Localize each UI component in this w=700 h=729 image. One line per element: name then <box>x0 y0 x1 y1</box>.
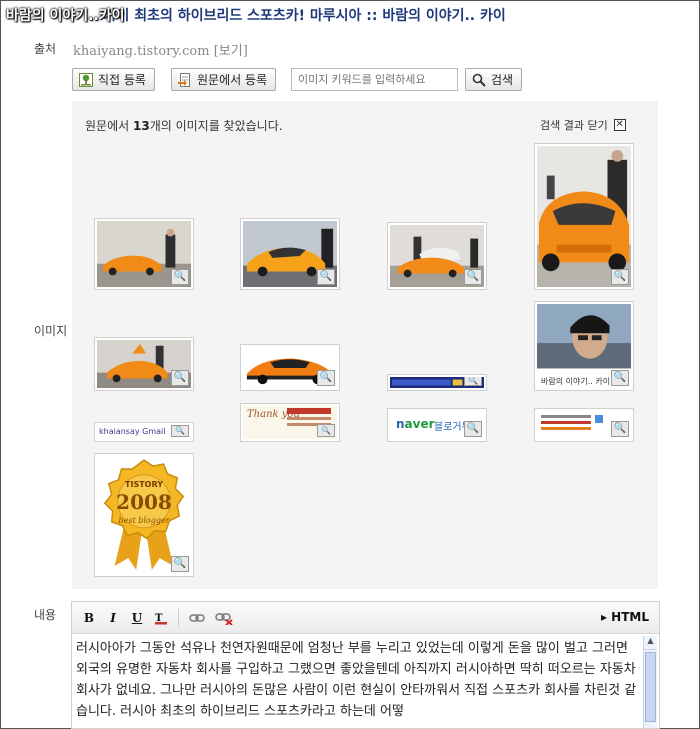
image-thumbnail[interactable]: Thank you 🔍 <box>240 403 340 442</box>
zoom-icon[interactable]: 🔍 <box>317 370 335 386</box>
zoom-icon[interactable]: 🔍 <box>464 377 482 386</box>
unlink-icon[interactable] <box>215 611 233 625</box>
register-from-original-label: 원문에서 등록 <box>197 73 268 87</box>
tistory-year: 2008 <box>116 490 172 514</box>
blog-name-overlay: 바람의 이야기..카이 <box>6 8 125 24</box>
image-thumbnail[interactable]: khaiansay Gmail 🔍 <box>94 422 194 442</box>
source-label: 출처 <box>34 42 57 56</box>
source-url: khaiyang.tistory.com <box>73 44 210 59</box>
image-thumbnail[interactable]: naver 블로거뉴 🔍 <box>387 408 487 442</box>
image-thumbnail[interactable]: 🔍 <box>94 218 194 290</box>
zoom-icon[interactable]: 🔍 <box>317 269 335 285</box>
tistory-label: TISTORY <box>125 480 163 489</box>
zoom-icon[interactable]: 🔍 <box>171 370 189 386</box>
italic-button[interactable]: I <box>106 611 120 625</box>
image-keyword-input[interactable] <box>291 68 458 91</box>
image-thumbnail[interactable]: 🔍 <box>240 344 340 391</box>
search-button[interactable]: 검색 <box>465 68 523 91</box>
image-thumbnail[interactable]: 🔍 <box>240 218 340 290</box>
zoom-icon[interactable]: 🔍 <box>171 425 189 437</box>
zoom-icon[interactable]: 🔍 <box>464 421 482 437</box>
underline-button[interactable]: U <box>130 611 144 625</box>
scrollbar-thumb[interactable] <box>645 652 656 722</box>
found-count: 13 <box>132 119 150 133</box>
image-thumbnail[interactable]: 🔍 <box>387 374 487 391</box>
scroll-up-arrow-icon[interactable]: ▲ <box>644 636 657 650</box>
image-thumbnail[interactable]: 🔍 <box>534 408 634 442</box>
zoom-icon[interactable]: 🔍 <box>464 269 482 285</box>
editor-toolbar: B I U T <box>72 602 659 634</box>
image-thumbnail[interactable]: 바람의 이야기.. 카이 🔍 <box>534 301 634 391</box>
image-thumbnail[interactable]: 🔍 <box>94 337 194 391</box>
register-from-original-button[interactable]: 원문에서 등록 <box>171 68 277 91</box>
direct-register-label: 직접 등록 <box>98 73 146 87</box>
car-photo-image <box>537 146 631 287</box>
zoom-icon[interactable]: 🔍 <box>611 370 629 386</box>
image-thumbnail[interactable]: 🔍 <box>387 222 487 290</box>
image-tree-icon <box>79 72 93 87</box>
editor-scrollbar[interactable]: ▲ <box>643 636 657 728</box>
images-label: 이미지 <box>34 324 68 338</box>
close-icon: ✕ <box>613 119 626 131</box>
tistory-sub: best blogger <box>118 516 170 525</box>
naver-logo-text: naver <box>396 417 435 431</box>
blog-banner-text: 바람의 이야기.. 카이 <box>541 377 611 386</box>
found-count-text: 원문에서 13개의 이미지를 찾았습니다. <box>85 119 283 133</box>
document-arrow-icon <box>178 72 190 87</box>
toolbar-separator <box>178 608 179 627</box>
text-color-icon[interactable]: T <box>154 611 168 625</box>
content-body[interactable]: 러시아아가 그동안 석유나 천연자원때문에 엄청난 부를 누리고 있었는데 이렇… <box>76 638 642 722</box>
search-button-label: 검색 <box>491 73 514 87</box>
content-editor[interactable]: B I U T ▸ HTML 러시아아가 그동안 석유나 천연자원때문에 엄청난… <box>71 601 660 729</box>
zoom-icon[interactable]: 🔍 <box>171 556 189 572</box>
close-results-label: 검색 결과 닫기 <box>540 119 608 132</box>
direct-register-button[interactable]: 직접 등록 <box>72 68 155 91</box>
bold-button[interactable]: B <box>82 611 96 625</box>
content-label: 내용 <box>34 608 57 622</box>
zoom-icon[interactable]: 🔍 <box>611 269 629 285</box>
html-mode-toggle[interactable]: ▸ HTML <box>601 610 649 624</box>
link-icon[interactable] <box>189 611 205 625</box>
zoom-icon[interactable]: 🔍 <box>317 424 335 437</box>
image-thumbnail[interactable]: TISTORY 2008 best blogger 🔍 <box>94 453 194 577</box>
source-info: khaiyang.tistory.com [보기] <box>73 40 248 59</box>
image-thumbnail[interactable]: 🔍 <box>534 143 634 290</box>
zoom-icon[interactable]: 🔍 <box>611 421 629 437</box>
close-results-link[interactable]: 검색 결과 닫기 ✕ <box>540 117 626 133</box>
zoom-icon[interactable]: 🔍 <box>171 269 189 285</box>
gmail-banner-text: khaiansay Gmail <box>99 427 166 436</box>
source-view-link[interactable]: [보기] <box>214 44 248 59</box>
search-icon <box>472 73 486 87</box>
